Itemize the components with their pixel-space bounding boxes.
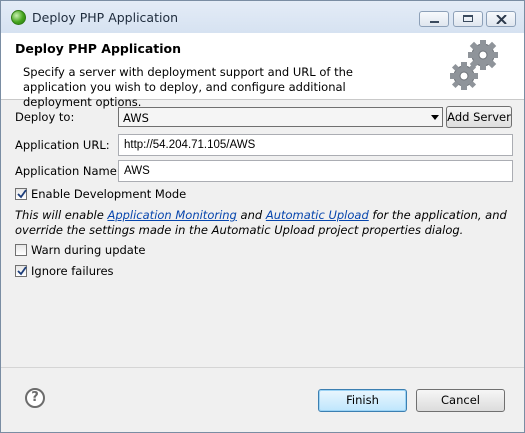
app-url-label: Application URL: [15,138,110,152]
deploy-to-label: Deploy to: [15,110,75,124]
info-text-prefix: This will enable [15,208,108,222]
checkmark-icon [17,189,27,199]
checkmark-icon [17,266,27,276]
app-name-input[interactable] [118,160,513,182]
gears-icon [450,40,498,90]
header-description: Specify a server with deployment support… [23,65,353,109]
info-text-mid: and [236,208,266,222]
php-app-icon [11,10,26,25]
help-icon[interactable]: ? [25,388,45,408]
close-icon [496,15,507,24]
title-bar[interactable]: Deploy PHP Application [1,1,524,34]
deploy-to-select[interactable]: AWS [118,107,443,127]
warn-update-checkbox[interactable] [15,244,27,256]
window-title: Deploy PHP Application [32,10,179,25]
app-url-input[interactable] [118,134,513,156]
automatic-upload-link[interactable]: Automatic Upload [266,208,369,222]
ignore-failures-checkbox[interactable] [15,265,27,277]
dev-mode-info: This will enable Application Monitoring … [15,208,520,238]
dev-mode-label[interactable]: Enable Development Mode [31,187,186,201]
header-title: Deploy PHP Application [15,41,182,56]
application-monitoring-link[interactable]: Application Monitoring [107,208,236,222]
deploy-to-value: AWS [123,111,149,125]
close-button[interactable] [486,11,516,27]
minimize-button[interactable] [419,11,449,27]
footer-divider [1,367,524,368]
chevron-down-icon [431,115,439,120]
app-name-label: Application Name: [15,164,121,178]
finish-button[interactable]: Finish [318,389,407,412]
warn-update-label[interactable]: Warn during update [31,243,145,257]
maximize-button[interactable] [453,11,483,27]
add-server-button[interactable]: Add Server [446,106,512,128]
cancel-button[interactable]: Cancel [416,389,505,412]
ignore-failures-label[interactable]: Ignore failures [31,264,114,278]
dev-mode-checkbox[interactable] [15,188,27,200]
deploy-dialog: Deploy PHP Application Deploy PHP Applic… [0,0,525,433]
dialog-header: Deploy PHP Application Specify a server … [1,33,524,109]
